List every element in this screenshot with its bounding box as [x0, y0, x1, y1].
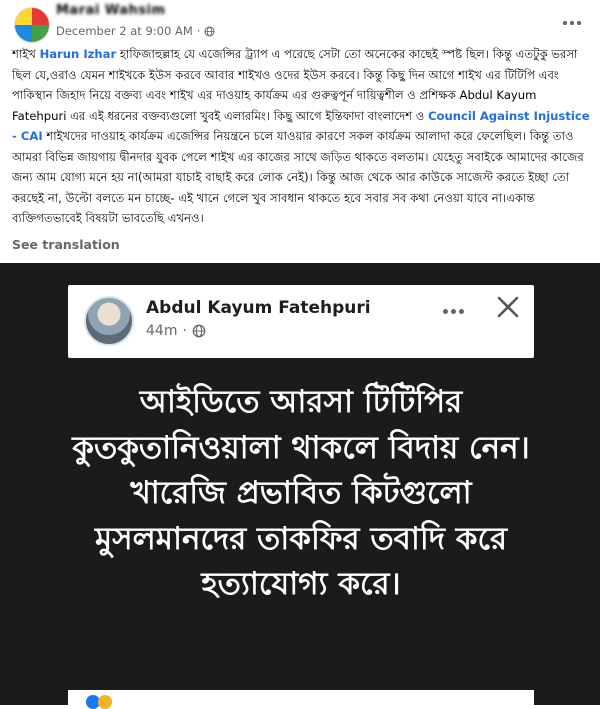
embedded-author-name: Abdul Kayum Fatehpuri	[146, 298, 371, 318]
embedded-time: 44m	[146, 323, 178, 339]
post-text-segment: শাইখ	[12, 47, 40, 61]
embedded-avatar	[84, 296, 134, 346]
post-more-button[interactable]	[560, 10, 584, 34]
globe-icon	[192, 324, 206, 338]
haha-reaction-icon	[98, 695, 112, 709]
post-meta: December 2 at 9:00 AM ·	[56, 24, 215, 38]
embedded-post-text: আইডিতে আরসা টিটিপির কুতকুতানিওয়ালা থাকল…	[72, 384, 530, 602]
embedded-reactions-bar	[68, 690, 534, 709]
meta-separator: ·	[182, 323, 187, 339]
more-horizontal-icon	[563, 21, 567, 25]
embedded-post-header: Abdul Kayum Fatehpuri 44m ·	[68, 285, 534, 358]
author-avatar[interactable]	[14, 7, 50, 43]
more-horizontal-icon	[441, 301, 467, 321]
post-date[interactable]: December 2 at 9:00 AM	[56, 24, 193, 38]
post-text-segment: শাইখদের দাওয়াহ কার্যক্রম এজেন্সির নিয়ন…	[12, 129, 584, 225]
globe-icon	[204, 26, 215, 36]
post-body: শাইখ Harun Izhar হাফিজাহুল্লাহ যে এজেন্স…	[12, 44, 590, 229]
see-translation-link[interactable]: See translation	[12, 237, 120, 252]
post-header: Marai Wahsim December 2 at 9:00 AM ·	[0, 0, 600, 44]
mention-harun-izhar[interactable]: Harun Izhar	[40, 47, 117, 61]
author-name[interactable]: Marai Wahsim	[56, 3, 166, 18]
meta-separator: ·	[196, 24, 201, 38]
embedded-meta: 44m ·	[146, 323, 206, 339]
close-icon	[497, 296, 519, 318]
